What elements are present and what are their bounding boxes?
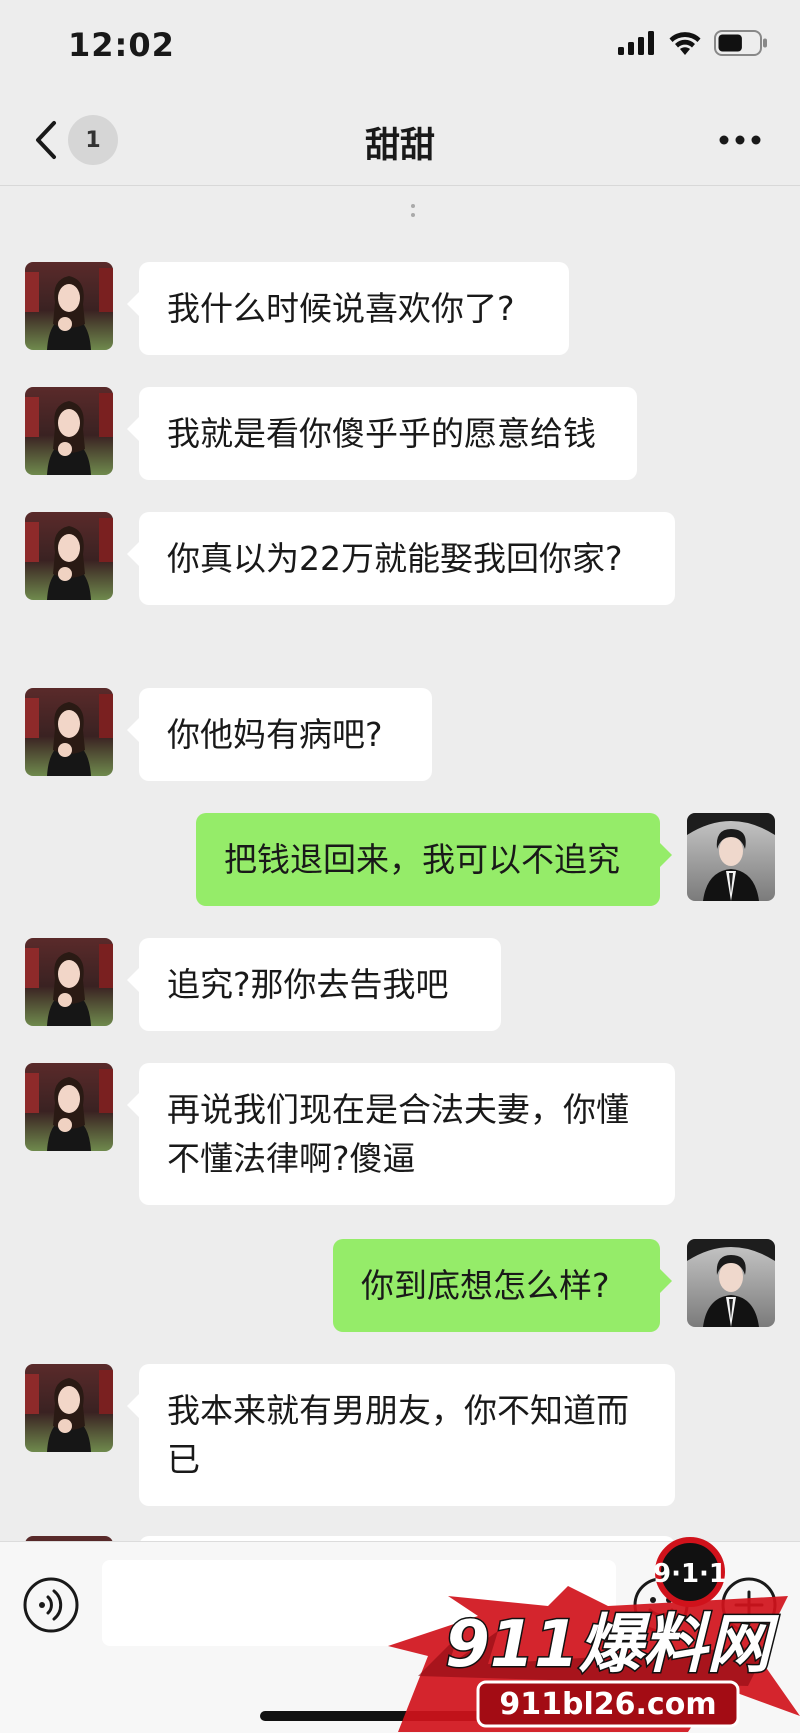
message-bubble-outgoing[interactable]: 你到底想怎么样? — [333, 1239, 672, 1332]
contact-avatar[interactable] — [25, 1063, 113, 1151]
message-bubble-incoming[interactable]: 我本来就有男朋友，你不知道而已 — [127, 1364, 675, 1506]
contact-avatar[interactable] — [25, 512, 113, 600]
message-bubble-incoming[interactable]: 你真以为22万就能娶我回你家? — [127, 512, 675, 605]
more-options-icon[interactable] — [718, 125, 762, 155]
watermark-url: 911bl26.com — [499, 1687, 716, 1722]
battery-icon — [714, 30, 767, 56]
message-bubble-incoming[interactable]: 再说我们现在是合法夫妻，你懂不懂法律啊?傻逼 — [127, 1063, 675, 1205]
voice-input-icon[interactable] — [22, 1576, 80, 1634]
chat-title: 甜甜 — [364, 126, 435, 166]
watermark-brand: 911爆料网 — [445, 1608, 780, 1682]
message-bubble-incoming[interactable]: 我什么时候说喜欢你了? — [127, 262, 569, 355]
contact-avatar[interactable] — [25, 387, 113, 475]
watermark-badge: 9·1·1 — [653, 1559, 727, 1589]
status-time: 12:02 — [68, 26, 175, 64]
user-avatar[interactable] — [687, 813, 775, 901]
message-list[interactable]: 我什么时候说喜欢你了? 我就是看你傻乎乎的愿意给钱 你真以为22万就能娶我回你家… — [0, 186, 800, 1541]
watermark-logo: 9·1·1 911爆料网 911bl26.com — [388, 1537, 800, 1732]
contact-avatar[interactable] — [25, 938, 113, 1026]
wifi-icon — [669, 32, 701, 55]
message-bubble-incoming[interactable]: 我就是看你傻乎乎的愿意给钱 — [127, 387, 637, 480]
message-bubble-outgoing[interactable]: 把钱退回来，我可以不追究 — [196, 813, 672, 906]
message-bubble-incoming[interactable]: 追究?那你去告我吧 — [127, 938, 501, 1031]
contact-avatar[interactable] — [25, 1364, 113, 1452]
user-avatar[interactable] — [687, 1239, 775, 1327]
status-icons — [618, 30, 768, 56]
status-bar: 12:02 — [0, 0, 800, 95]
contact-avatar[interactable] — [25, 262, 113, 350]
message-bubble-incoming[interactable]: 你他妈有病吧? — [127, 688, 432, 781]
cellular-signal-icon — [618, 31, 654, 55]
chat-header: 1 甜甜 — [0, 95, 800, 186]
contact-avatar[interactable] — [25, 688, 113, 776]
